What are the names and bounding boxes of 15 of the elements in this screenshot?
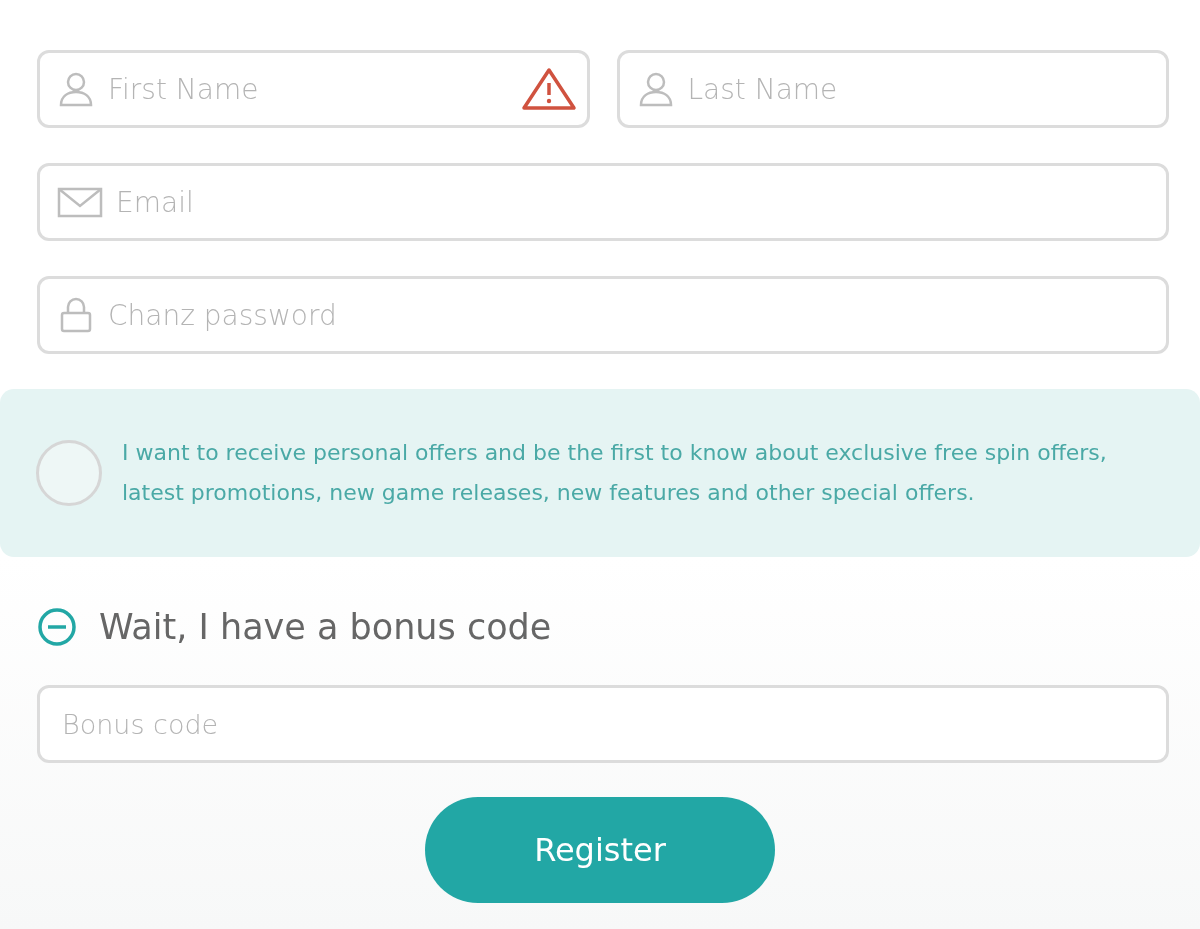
warning-icon bbox=[520, 67, 577, 111]
text-field[interactable]: First Name bbox=[37, 50, 590, 128]
text-field[interactable]: First Name bbox=[106, 71, 511, 107]
bonus-code-field[interactable]: Bonus code bbox=[37, 685, 1169, 763]
register-button[interactable]: Register bbox=[425, 797, 775, 903]
text-field[interactable]: Last Name bbox=[685, 71, 1156, 107]
bonus-code-field[interactable]: Bonus code bbox=[60, 707, 1156, 741]
text-field[interactable]: Chanz password bbox=[37, 276, 1169, 354]
text-field[interactable]: Email bbox=[114, 184, 1156, 220]
minus-icon bbox=[37, 607, 77, 647]
consent-text: I want to receive personal offers and be the first to know about exclusive free spin offers, latest promotions, new game releases, new features and other special offers. bbox=[122, 439, 1108, 507]
text-field[interactable]: Chanz password bbox=[106, 297, 1156, 333]
bonus-code-toggle[interactable]: Wait, I have a bonus code bbox=[37, 607, 552, 647]
text-field[interactable]: Email bbox=[37, 163, 1169, 241]
text-field[interactable]: Last Name bbox=[616, 50, 1169, 128]
